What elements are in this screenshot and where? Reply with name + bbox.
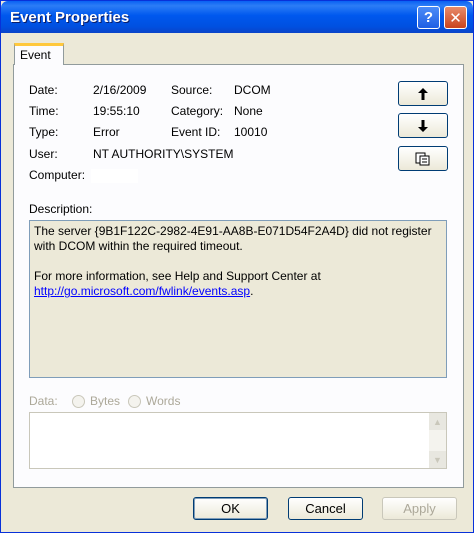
- time-label: Time:: [29, 104, 59, 118]
- type-label: Type:: [29, 125, 59, 139]
- ok-button[interactable]: OK: [193, 497, 268, 520]
- computer-label: Computer:: [29, 168, 86, 182]
- description-box[interactable]: The server {9B1F122C-2982-4E91-AA8B-E071…: [29, 220, 447, 378]
- up-arrow-icon: [418, 87, 428, 100]
- help-button[interactable]: ?: [417, 6, 440, 29]
- close-button[interactable]: ✕: [444, 6, 467, 29]
- title-bar[interactable]: Event Properties ? ✕: [1, 1, 473, 33]
- window-title: Event Properties: [10, 9, 130, 26]
- down-arrow-icon: [418, 119, 428, 132]
- source-value: DCOM: [234, 83, 271, 97]
- bytes-radio-label: Bytes: [90, 394, 121, 408]
- event-id-label: Event ID:: [171, 125, 221, 139]
- event-id-value: 10010: [234, 125, 268, 139]
- description-label: Description:: [29, 202, 93, 216]
- scroll-down-icon[interactable]: ▼: [429, 451, 446, 468]
- words-radio[interactable]: [128, 395, 141, 408]
- help-link-suffix: .: [250, 284, 254, 298]
- next-event-button[interactable]: [398, 113, 448, 138]
- time-value: 19:55:10: [93, 104, 140, 118]
- computer-value-redacted: [91, 169, 138, 183]
- words-radio-label: Words: [146, 394, 181, 408]
- tab-event[interactable]: Event: [14, 43, 64, 65]
- apply-button[interactable]: Apply: [382, 497, 457, 520]
- bytes-radio[interactable]: [72, 395, 85, 408]
- user-value: NT AUTHORITY\SYSTEM: [93, 147, 234, 161]
- description-text: The server {9B1F122C-2982-4E91-AA8B-E071…: [34, 224, 432, 253]
- help-link[interactable]: http://go.microsoft.com/fwlink/events.as…: [34, 284, 250, 298]
- user-label: User:: [29, 147, 58, 161]
- description-more-info-text: For more information, see Help and Suppo…: [34, 269, 321, 283]
- copy-to-clipboard-button[interactable]: [398, 146, 448, 171]
- tab-event-label: Event: [20, 48, 51, 62]
- date-label: Date:: [29, 83, 58, 97]
- data-box[interactable]: ▲ ▼: [29, 412, 447, 469]
- type-value: Error: [93, 125, 120, 139]
- event-properties-window: Event Properties ? ✕ Event Date: 2/16/20…: [0, 0, 474, 533]
- data-scrollbar[interactable]: ▲ ▼: [429, 413, 446, 468]
- source-label: Source:: [171, 83, 213, 97]
- scroll-up-icon[interactable]: ▲: [429, 413, 446, 430]
- copy-icon: [415, 152, 430, 165]
- description-more-info: For more information, see Help and Suppo…: [34, 269, 442, 299]
- category-value: None: [234, 104, 263, 118]
- cancel-button[interactable]: Cancel: [288, 497, 363, 520]
- data-label: Data:: [29, 394, 58, 408]
- previous-event-button[interactable]: [398, 81, 448, 106]
- date-value: 2/16/2009: [93, 83, 147, 97]
- category-label: Category:: [171, 104, 224, 118]
